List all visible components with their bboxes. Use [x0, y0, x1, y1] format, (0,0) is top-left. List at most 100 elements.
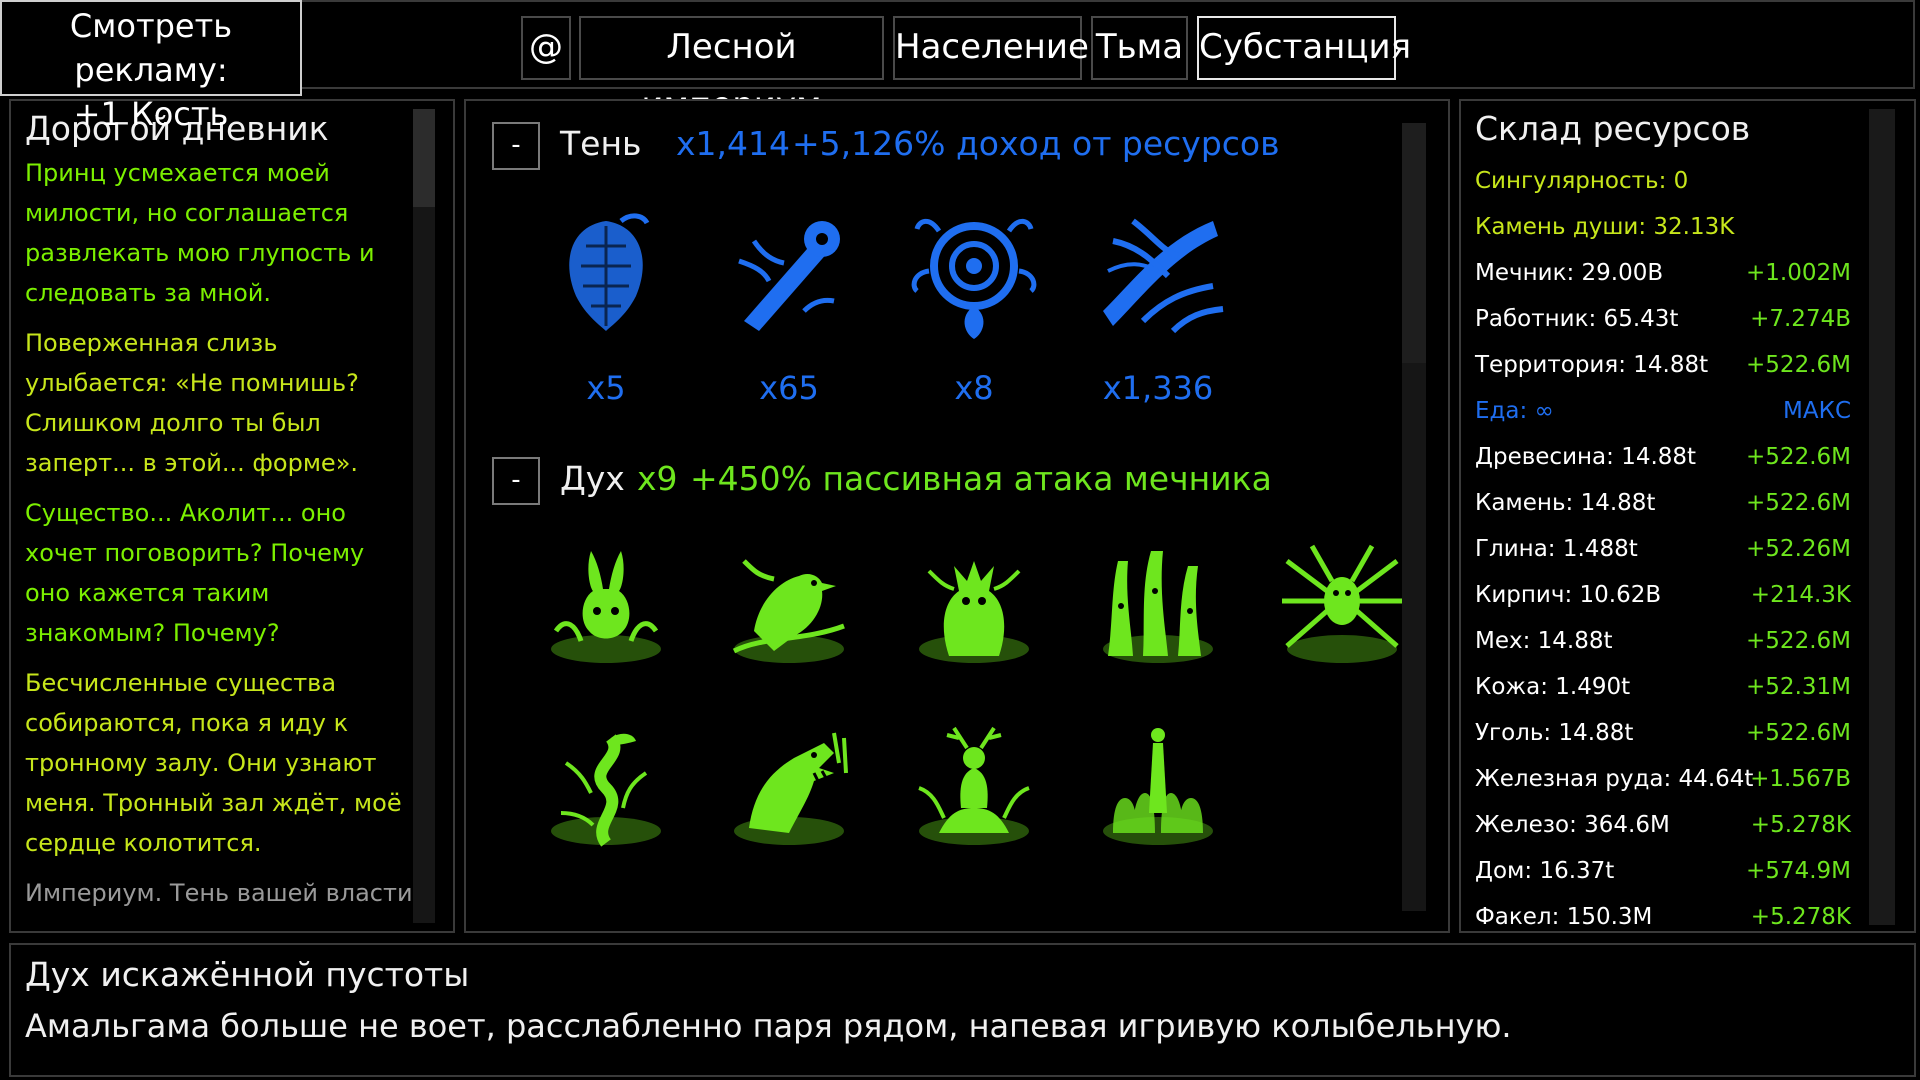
resource-storage-panel: Склад ресурсов Сингулярность: 0 Камень ду… [1459, 99, 1916, 933]
diary-entry: Бесчисленные существа собираются, пока я… [25, 669, 402, 857]
shadow-bonus: +5,126% доход от ресурсов [792, 124, 1280, 163]
resource-name: Еда: ∞ [1475, 398, 1554, 424]
resource-row[interactable]: Кожа: 1.490t +52.31M [1475, 667, 1851, 707]
shadow-multiplier: x1,414 [676, 124, 791, 163]
diary-scroll-thumb[interactable] [413, 109, 435, 207]
resource-row[interactable]: Территория: 14.88t +522.6M [1475, 345, 1851, 385]
resource-rate: +214.3K [1750, 582, 1851, 608]
resource-name: Глина: 1.488t [1475, 536, 1638, 562]
resource-rate: +52.31M [1746, 674, 1851, 700]
shadow-eye-leaf-icon[interactable] [899, 201, 1049, 341]
resource-row[interactable]: Сингулярность: 0 [1475, 161, 1851, 201]
resource-row[interactable]: Работник: 65.43t +7.274B [1475, 299, 1851, 339]
watch-ad-label: Смотреть рекламу: [69, 7, 233, 89]
resource-row[interactable]: Камень: 14.88t +522.6M [1475, 483, 1851, 523]
shadow-item-count: x65 [759, 369, 819, 407]
resource-row[interactable]: Дом: 16.37t +574.9M [1475, 851, 1851, 891]
resource-row[interactable]: Факел: 150.3M +5.278K [1475, 897, 1851, 937]
resource-name: Железо: 364.6M [1475, 812, 1670, 838]
details-text: Амальгама больше не воет, расслабленно п… [25, 1007, 1512, 1045]
watch-ad-reward: +1 Кость [73, 95, 229, 133]
tab-substance[interactable]: Субстанция [1197, 16, 1411, 80]
watch-ad-button[interactable]: Смотреть рекламу: +1 Кость [0, 0, 302, 133]
tab-forest-imperium[interactable]: Лесной империум [579, 16, 884, 125]
resource-name: Сингулярность: 0 [1475, 168, 1689, 194]
tab-darkness[interactable]: Тьма [1091, 16, 1188, 80]
resource-rate: МАКС [1783, 398, 1851, 424]
resource-row[interactable]: Железная руда: 44.64t +1.567B [1475, 759, 1851, 799]
storage-scrollbar[interactable] [1869, 109, 1895, 925]
substance-panel: - Тень x1,414 +5,126% доход от ресурсов … [464, 99, 1450, 933]
resource-row[interactable]: Мех: 14.88t +522.6M [1475, 621, 1851, 661]
resource-row[interactable]: Мечник: 29.00B +1.002M [1475, 253, 1851, 293]
spirit-serpent-tree-icon[interactable] [531, 713, 681, 853]
spirit-spider-icon[interactable] [1267, 531, 1417, 671]
storage-title: Склад ресурсов [1475, 109, 1751, 148]
center-scrollbar[interactable] [1402, 123, 1426, 911]
shadow-branch-key-icon[interactable] [714, 201, 864, 341]
shadow-roots-slash-icon[interactable] [1083, 201, 1233, 341]
shadow-pinecone-heart-icon[interactable] [531, 201, 681, 341]
resource-name: Камень: 14.88t [1475, 490, 1656, 516]
diary-entry: Поверженная слизь улыбается: «Не помнишь… [25, 329, 359, 477]
resource-row[interactable]: Камень души: 32.13K [1475, 207, 1851, 247]
spirit-dinosaur-icon[interactable] [714, 713, 864, 853]
diary-entries: Принц усмехается моей милости, но соглаш… [25, 153, 415, 928]
details-title: Дух искажённой пустоты [25, 955, 470, 994]
resource-name: Уголь: 14.88t [1475, 720, 1634, 746]
resource-rate: +522.6M [1746, 490, 1851, 516]
diary-entry: Существо... Аколит... оно хочет поговори… [25, 499, 365, 647]
spirit-antlered-meditator-icon[interactable] [899, 713, 1049, 853]
spirit-collapse-button[interactable]: - [492, 457, 540, 505]
resource-rate: +574.9M [1746, 858, 1851, 884]
shadow-collapse-button[interactable]: - [492, 122, 540, 170]
spirit-tree-faces-icon[interactable] [1083, 531, 1233, 671]
storage-scroll-thumb[interactable] [1869, 109, 1895, 925]
resource-rate: +1.002M [1746, 260, 1851, 286]
resource-rate: +52.26M [1746, 536, 1851, 562]
resource-name: Древесина: 14.88t [1475, 444, 1697, 470]
resource-rate: +1.567B [1750, 766, 1851, 792]
spirit-multiplier: x9 [637, 459, 678, 498]
resource-row[interactable]: Кирпич: 10.62B +214.3K [1475, 575, 1851, 615]
diary-entry: Империум. Тень вашей власти [25, 879, 413, 907]
center-scroll-thumb[interactable] [1402, 123, 1426, 363]
resource-name: Камень души: 32.13K [1475, 214, 1735, 240]
resource-row[interactable]: Древесина: 14.88t +522.6M [1475, 437, 1851, 477]
resource-row[interactable]: Глина: 1.488t +52.26M [1475, 529, 1851, 569]
resource-name: Факел: 150.3M [1475, 904, 1653, 930]
spirit-name: Дух [560, 459, 625, 498]
shadow-item-count: x8 [954, 369, 994, 407]
diary-entry: Принц усмехается моей милости, но соглаш… [25, 159, 375, 307]
resource-rate: +522.6M [1746, 352, 1851, 378]
resource-name: Кожа: 1.490t [1475, 674, 1631, 700]
resource-name: Дом: 16.37t [1475, 858, 1615, 884]
spirit-bonus: +450% пассивная атака мечника [690, 459, 1272, 498]
resource-rate: +7.274B [1750, 306, 1851, 332]
resource-name: Железная руда: 44.64t [1475, 766, 1754, 792]
spirit-rabbit-icon[interactable] [531, 531, 681, 671]
diary-scrollbar[interactable] [413, 109, 435, 923]
tab-at[interactable]: @ [521, 16, 571, 80]
details-panel: Дух искажённой пустоты Амальгама больше … [9, 943, 1916, 1077]
shadow-item-count: x5 [586, 369, 626, 407]
shadow-item-count: x1,336 [1102, 369, 1214, 407]
shadow-name: Тень [560, 124, 642, 163]
resource-name: Работник: 65.43t [1475, 306, 1679, 332]
spirit-ghost-crowd-icon[interactable] [1083, 713, 1233, 853]
resource-name: Территория: 14.88t [1475, 352, 1709, 378]
resource-rate: +5.278K [1750, 812, 1851, 838]
resource-row[interactable]: Железо: 364.6M +5.278K [1475, 805, 1851, 845]
resource-name: Мечник: 29.00B [1475, 260, 1664, 286]
tab-population[interactable]: Население [893, 16, 1089, 80]
resource-name: Кирпич: 10.62B [1475, 582, 1662, 608]
resource-row[interactable]: Уголь: 14.88t +522.6M [1475, 713, 1851, 753]
resource-rate: +522.6M [1746, 444, 1851, 470]
spirit-forest-beast-icon[interactable] [899, 531, 1049, 671]
resource-rate: +522.6M [1746, 628, 1851, 654]
resource-row[interactable]: Еда: ∞ МАКС [1475, 391, 1851, 431]
diary-panel: Дорогой дневник Принц усмехается моей ми… [9, 99, 455, 933]
resource-name: Мех: 14.88t [1475, 628, 1613, 654]
spirit-raven-icon[interactable] [714, 531, 864, 671]
resource-rate: +522.6M [1746, 720, 1851, 746]
